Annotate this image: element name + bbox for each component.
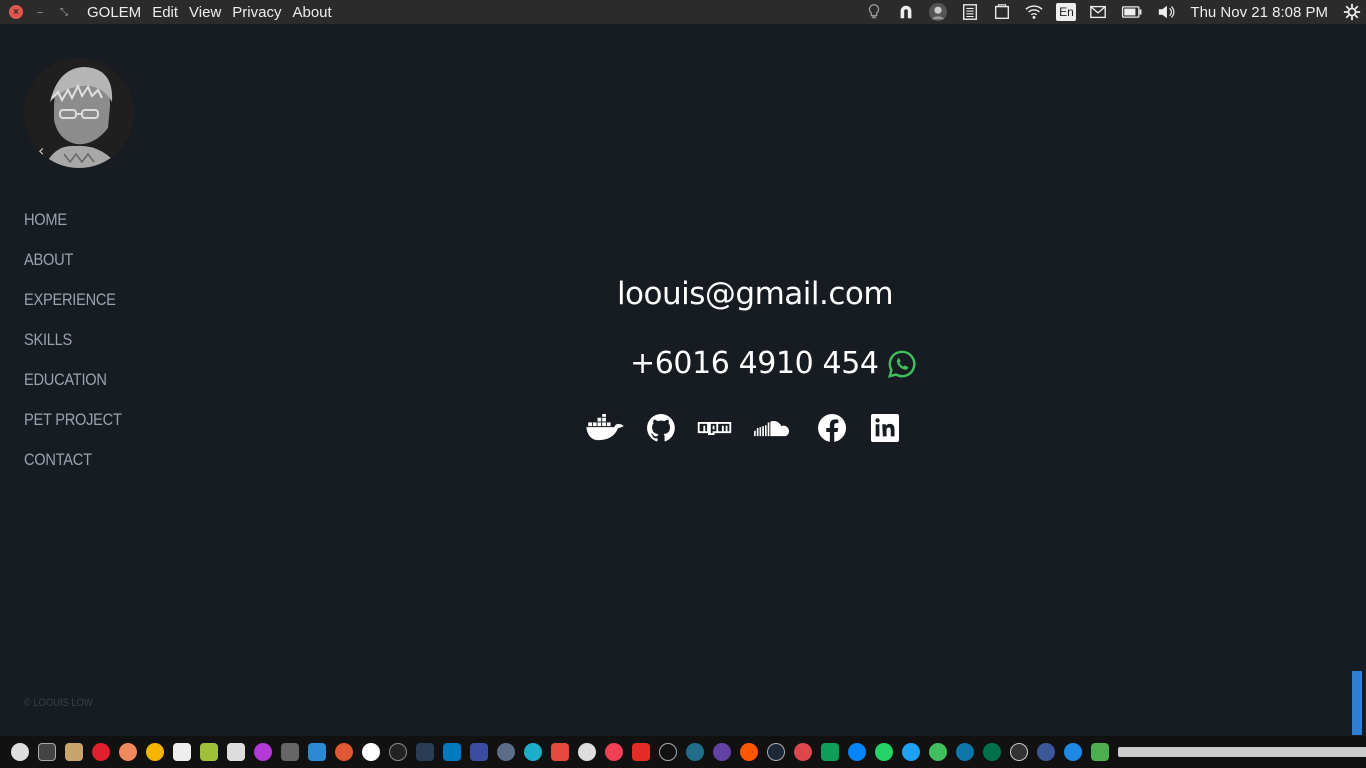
app-icon-15[interactable] (388, 743, 407, 761)
copyright-text: © LOOUIS LOW (24, 697, 93, 709)
battery-icon[interactable] (1120, 3, 1144, 21)
clipboard-icon[interactable] (992, 3, 1012, 21)
sidebar-item-contact[interactable]: CONTACT (24, 446, 122, 486)
wifi-icon[interactable] (1024, 3, 1044, 21)
scrollbar-track[interactable] (1352, 24, 1362, 736)
email-link[interactable]: loouis@gmail.com (0, 276, 1366, 312)
youtube-icon[interactable] (631, 743, 650, 761)
menu-edit[interactable]: Edit (152, 4, 178, 21)
soundcloud-dock-icon[interactable] (739, 743, 758, 761)
magnet-app-icon[interactable] (172, 743, 191, 761)
gear-icon[interactable] (1342, 3, 1362, 21)
volume-icon[interactable] (1156, 3, 1176, 21)
sidebar-item-education[interactable]: EDUCATION (24, 366, 122, 406)
system-top-bar: × – ⤡ GOLEM Edit View Privacy About En T… (0, 0, 1366, 24)
chevron-left-icon[interactable]: ‹ (38, 141, 44, 160)
box-icon[interactable] (307, 743, 326, 761)
news-icon[interactable] (550, 743, 569, 761)
email-text: loouis@gmail.com (616, 276, 894, 312)
facebook-icon[interactable] (816, 410, 848, 446)
file-manager-icon[interactable] (64, 743, 83, 761)
lightbulb-icon[interactable] (864, 3, 884, 21)
chat-icon[interactable] (928, 743, 947, 761)
github-icon[interactable] (646, 410, 676, 446)
starbucks-icon[interactable] (982, 743, 1001, 761)
pocket-icon[interactable] (604, 743, 623, 761)
play-icon[interactable] (523, 743, 542, 761)
opera-icon[interactable] (91, 743, 110, 761)
firefox-icon[interactable] (118, 743, 137, 761)
linkedin-icon[interactable] (870, 410, 900, 446)
docker-icon[interactable] (584, 410, 626, 446)
app-menu-bar: GOLEM Edit View Privacy About (87, 4, 343, 21)
maps-icon[interactable] (1090, 743, 1109, 761)
mail-icon[interactable] (1088, 3, 1108, 21)
language-label: En (1059, 5, 1074, 19)
terminal-icon[interactable] (37, 743, 56, 761)
sidebar-item-skills[interactable]: SKILLS (24, 326, 122, 366)
clock[interactable]: Thu Nov 21 8:08 PM (1190, 4, 1328, 21)
app-icon-40[interactable] (1063, 743, 1082, 761)
system-tray: En Thu Nov 21 8:08 PM (858, 0, 1366, 24)
menu-view[interactable]: View (189, 4, 221, 21)
sidebar-nav: HOME ABOUT EXPERIENCE SKILLS EDUCATION P… (24, 206, 138, 486)
app-icon-19[interactable] (496, 743, 515, 761)
tray-overflow-icon[interactable] (1117, 747, 1366, 757)
twitter-icon[interactable] (901, 743, 920, 761)
minimize-window-button[interactable]: – (33, 5, 47, 19)
shield-app-icon[interactable] (469, 743, 488, 761)
docker-dock-icon[interactable] (415, 743, 434, 761)
soundcloud-icon[interactable] (754, 410, 794, 446)
whatsapp-icon[interactable] (887, 349, 917, 379)
tool-icon[interactable] (280, 743, 299, 761)
menu-privacy[interactable]: Privacy (232, 4, 281, 21)
github-dock-icon[interactable] (361, 743, 380, 761)
mail-app-icon[interactable] (1009, 743, 1028, 761)
restore-window-button[interactable]: ⤡ (57, 5, 71, 19)
npm-icon[interactable] (696, 410, 732, 446)
graphql-icon[interactable] (253, 743, 272, 761)
hangouts-icon[interactable] (820, 743, 839, 761)
social-links (584, 410, 900, 446)
trello-icon[interactable] (442, 743, 461, 761)
close-window-button[interactable]: × (9, 5, 23, 19)
android-icon[interactable] (199, 743, 218, 761)
app-name-menu[interactable]: GOLEM (87, 4, 141, 21)
facebook-dock-icon[interactable] (1036, 743, 1055, 761)
keyboard-layout-indicator[interactable]: En (1056, 3, 1077, 21)
user-avatar-icon[interactable] (928, 3, 948, 21)
app-icon-22[interactable] (577, 743, 596, 761)
launcher-dock (0, 736, 1366, 768)
app-icon-30[interactable] (793, 743, 812, 761)
whatsapp-dock-icon[interactable] (874, 743, 893, 761)
sidebar-item-home[interactable]: HOME (24, 206, 122, 246)
steam-icon[interactable] (766, 743, 785, 761)
phone-row: +6016 4910 454 (630, 346, 917, 381)
sidebar-item-pet-project[interactable]: PET PROJECT (24, 406, 122, 446)
app-icon-26[interactable] (685, 743, 704, 761)
duckduckgo-icon[interactable] (334, 743, 353, 761)
messenger-icon[interactable] (847, 743, 866, 761)
app-icon-25[interactable] (658, 743, 677, 761)
chrome-icon[interactable] (145, 743, 164, 761)
magnet-icon[interactable] (896, 3, 916, 21)
notes-icon[interactable] (960, 3, 980, 21)
phone-number[interactable]: +6016 4910 454 (630, 346, 879, 381)
editor-icon[interactable] (226, 743, 245, 761)
linkedin-dock-icon[interactable] (955, 743, 974, 761)
twitch-icon[interactable] (712, 743, 731, 761)
scrollbar-thumb[interactable] (1352, 671, 1362, 735)
chromium-icon[interactable] (10, 743, 29, 761)
menu-about[interactable]: About (292, 4, 331, 21)
